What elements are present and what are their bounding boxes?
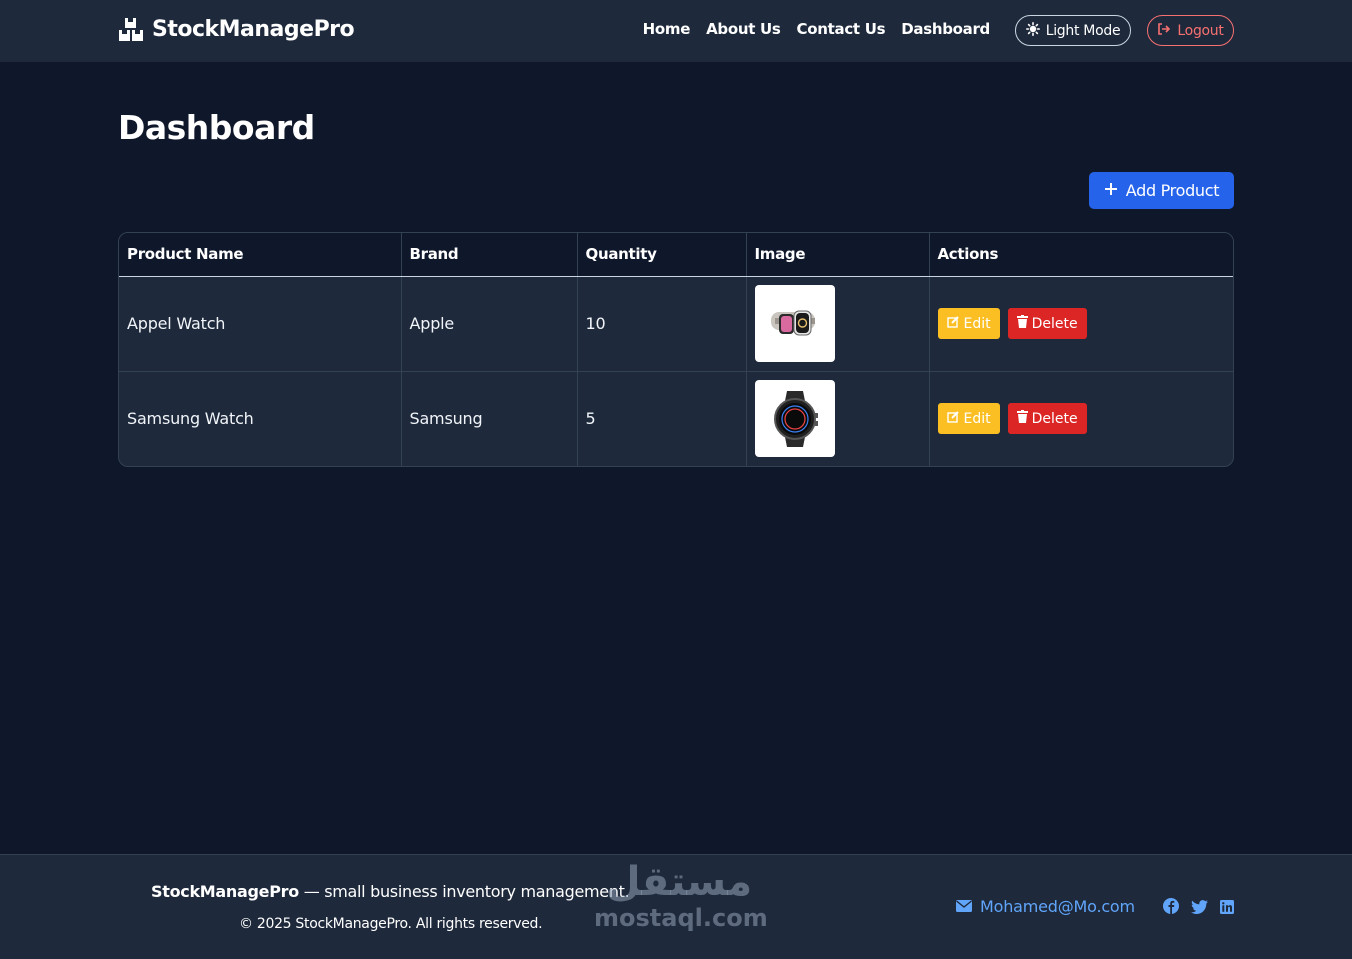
delete-label: Delete	[1031, 315, 1078, 332]
footer-tagline: StockManagePro — small business inventor…	[151, 882, 630, 901]
footer-tagline-text: — small business inventory management.	[298, 882, 630, 901]
products-table: Product Name Brand Quantity Image Action…	[118, 232, 1234, 467]
footer-brand: StockManagePro	[151, 882, 299, 901]
watermark-arabic: مستقل	[605, 859, 753, 905]
header-product-name: Product Name	[119, 233, 402, 277]
cell-product-name: Appel Watch	[119, 276, 402, 372]
brand-name: StockManagePro	[152, 17, 355, 42]
header-brand: Brand	[401, 233, 578, 277]
plus-icon	[1104, 181, 1118, 200]
delete-button[interactable]: Delete	[1007, 308, 1087, 339]
table-header-row: Product Name Brand Quantity Image Action…	[119, 233, 1233, 277]
edit-button[interactable]: Edit	[937, 308, 1000, 339]
edit-label: Edit	[963, 410, 991, 427]
table-row: Samsung Watch Samsung 5 Edit Delete	[119, 371, 1233, 466]
facebook-icon[interactable]	[1163, 898, 1179, 918]
trash-icon	[1016, 315, 1028, 332]
header-image: Image	[746, 233, 930, 277]
nav-about-us[interactable]: About Us	[706, 20, 781, 38]
nav-dashboard[interactable]: Dashboard	[901, 20, 990, 38]
sun-icon	[1025, 21, 1040, 40]
footer-email-link[interactable]: Mohamed@Mo.com	[956, 897, 1135, 916]
header-actions: Actions	[929, 233, 1233, 277]
nav-home[interactable]: Home	[643, 20, 691, 38]
watermark: مستقل mostaql.com	[594, 859, 768, 940]
add-product-button[interactable]: Add Product	[1089, 172, 1234, 209]
footer-social	[1163, 898, 1234, 918]
edit-icon	[946, 410, 960, 427]
twitter-icon[interactable]	[1191, 899, 1208, 918]
footer-copyright: © 2025 StockManagePro. All rights reserv…	[239, 916, 543, 932]
trash-icon	[1016, 410, 1028, 427]
delete-label: Delete	[1031, 410, 1078, 427]
brand[interactable]: StockManagePro	[118, 17, 355, 42]
boxes-icon	[118, 17, 144, 42]
delete-button[interactable]: Delete	[1007, 403, 1087, 435]
linkedin-icon[interactable]	[1220, 899, 1234, 918]
cell-quantity: 5	[577, 371, 747, 466]
footer-email-text: Mohamed@Mo.com	[980, 897, 1135, 916]
watermark-latin: mostaql.com	[594, 904, 768, 932]
samsung-watch-image	[754, 380, 835, 458]
page-title: Dashboard	[118, 108, 315, 147]
cell-product-name: Samsung Watch	[119, 371, 402, 466]
edit-icon	[946, 315, 960, 332]
navbar: StockManagePro Home About Us Contact Us …	[0, 0, 1352, 62]
logout-label: Logout	[1177, 22, 1224, 39]
nav-links: Home About Us Contact Us Dashboard	[643, 20, 991, 38]
row-actions: Edit Delete	[937, 308, 1226, 339]
light-mode-button[interactable]: Light Mode	[1015, 15, 1131, 46]
light-mode-label: Light Mode	[1045, 22, 1121, 39]
logout-icon	[1157, 22, 1171, 39]
add-product-label: Add Product	[1125, 181, 1220, 200]
edit-button[interactable]: Edit	[937, 403, 1000, 435]
edit-label: Edit	[963, 315, 991, 332]
row-actions: Edit Delete	[937, 403, 1226, 435]
table-row: Appel Watch Apple 10 Edit Delete	[119, 276, 1233, 372]
cell-brand: Samsung	[401, 371, 578, 466]
cell-brand: Apple	[401, 276, 578, 372]
apple-watch-image	[754, 285, 835, 362]
cell-quantity: 10	[577, 276, 747, 372]
logout-button[interactable]: Logout	[1147, 15, 1234, 46]
envelope-icon	[956, 897, 972, 916]
header-quantity: Quantity	[577, 233, 747, 277]
nav-contact-us[interactable]: Contact Us	[797, 20, 886, 38]
